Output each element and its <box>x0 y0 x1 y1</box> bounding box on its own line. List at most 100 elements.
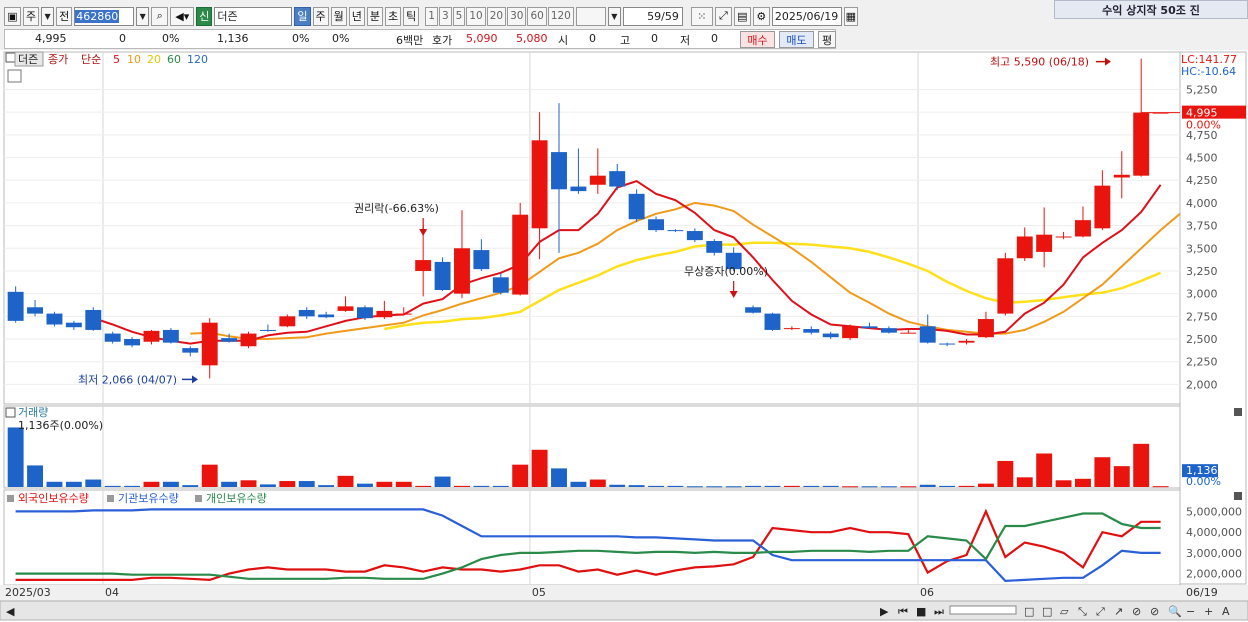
chart-area[interactable]: 2,000 2,250 2,500 2,750 3,000 3,250 3,500 3,750… <box>0 50 1248 622</box>
candle-body <box>221 338 238 342</box>
volume-bar <box>65 481 82 487</box>
volume-bar <box>609 484 626 487</box>
low-label: 저 <box>680 34 691 47</box>
interval-buttons: 1 3 5 10 20 30 60 120 <box>425 6 574 26</box>
interval-10[interactable]: 10 <box>466 6 486 26</box>
calc-icon[interactable] <box>7 69 22 83</box>
stock-name-field[interactable]: 더즌 <box>214 6 293 26</box>
scroll-left-icon[interactable]: ◀ <box>6 605 15 618</box>
volume-bar <box>395 481 412 487</box>
eval-button[interactable]: 평 <box>818 31 836 48</box>
interval-5[interactable]: 5 <box>452 6 466 26</box>
drawing-tool-icon[interactable]: □ <box>1024 605 1034 618</box>
volume-bar <box>7 427 24 487</box>
volume-bar <box>900 486 917 488</box>
candle-body <box>842 326 859 339</box>
candle-body <box>997 258 1014 314</box>
interval-30[interactable]: 30 <box>507 6 527 26</box>
volume-bar <box>686 486 703 488</box>
candle-body <box>667 230 684 232</box>
candle-body <box>298 309 315 317</box>
tab-week[interactable]: 주 <box>312 6 329 26</box>
window-icon[interactable]: ▣ <box>4 6 21 26</box>
holdings-tick-label: 5,000,000 <box>1186 505 1242 518</box>
tab-minute[interactable]: 분 <box>366 6 383 26</box>
legend-ma-120: 120 <box>187 53 208 66</box>
drawing-tool-icon[interactable]: □ <box>1042 605 1052 618</box>
candle-body <box>531 140 548 229</box>
playback-control-icon[interactable]: ▶ <box>880 605 889 618</box>
quote-unit: 6백만 <box>396 34 424 47</box>
volume-close-icon[interactable] <box>1234 408 1242 416</box>
tab-year[interactable]: 년 <box>348 6 365 26</box>
playback-control-icon[interactable]: ⏮ <box>898 605 908 618</box>
search-icon[interactable]: ⌕ <box>151 6 169 26</box>
speaker-icon[interactable]: ◀▾ <box>170 6 195 26</box>
holdings-close-icon[interactable] <box>1234 492 1242 500</box>
sell-button[interactable]: 매도 <box>779 31 814 48</box>
tab-month[interactable]: 월 <box>330 6 347 26</box>
current-rate-text: 0.00% <box>1186 119 1221 132</box>
x-axis-bar <box>0 585 1248 601</box>
drawing-tool-icon[interactable]: ⤡ <box>1078 605 1087 618</box>
code-dropdown-icon[interactable]: ▼ <box>136 6 150 26</box>
buy-button[interactable]: 매수 <box>740 31 775 48</box>
prev-button[interactable]: 전 <box>56 6 73 26</box>
zoom-slider[interactable] <box>949 605 1017 615</box>
drawing-tool-icon[interactable]: ⤢ <box>1096 605 1105 618</box>
candle-body <box>861 326 878 329</box>
candle-body <box>570 186 587 192</box>
date-field[interactable]: 2025/06/19 <box>771 6 842 26</box>
candle-body <box>27 307 44 314</box>
drawing-tool-icon[interactable]: ⊘ <box>1132 605 1141 618</box>
candle-body <box>318 314 335 318</box>
candle-body <box>65 322 82 328</box>
candle-body <box>628 193 645 220</box>
candle-body <box>240 333 257 347</box>
volume-bar <box>85 479 102 487</box>
volume-bar <box>337 475 354 487</box>
candle-body <box>706 241 723 253</box>
grid-icon[interactable]: ⁙ <box>690 6 713 26</box>
candle-body <box>1133 112 1150 176</box>
tab-second[interactable]: 초 <box>385 6 402 26</box>
crosshair-icon[interactable]: ⤢ <box>714 6 732 26</box>
interval-input[interactable] <box>575 6 606 26</box>
drawing-tool-icon[interactable]: ▱ <box>1060 605 1069 618</box>
drawing-tool-icon[interactable]: 🔍 <box>1168 604 1182 618</box>
tab-day[interactable]: 일 <box>294 6 311 26</box>
interval-60[interactable]: 60 <box>527 6 547 26</box>
playback-control-icon[interactable]: ■ <box>916 605 926 618</box>
legend-ma-5: 5 <box>113 53 120 66</box>
calendar-icon[interactable]: ▦ <box>843 6 858 26</box>
low-value: 0 <box>711 32 718 45</box>
stock-code-input[interactable]: 462860 <box>74 6 135 26</box>
gear-icon[interactable]: ⚙ <box>752 6 770 26</box>
save-icon[interactable]: ▤ <box>733 6 751 26</box>
holdings-legend-marker <box>107 495 114 502</box>
interval-20[interactable]: 20 <box>486 6 507 26</box>
x-axis-label: 05 <box>532 586 546 599</box>
playback-control-icon[interactable]: ⏭ <box>934 605 944 618</box>
drawing-tool-icon[interactable]: ⊘ <box>1150 605 1159 618</box>
tab-tick[interactable]: 틱 <box>403 6 420 26</box>
period-select[interactable]: 주 <box>23 6 40 26</box>
drawing-tool-icon[interactable]: ↗ <box>1114 605 1123 618</box>
volume-bar <box>880 486 897 488</box>
interval-3[interactable]: 3 <box>438 6 452 26</box>
period-dropdown-icon[interactable]: ▼ <box>41 6 55 26</box>
volume-bar <box>628 485 645 487</box>
legend-ma-20: 20 <box>147 53 161 66</box>
volume-bar <box>143 481 160 487</box>
drawing-tool-icon[interactable]: + <box>1204 605 1213 618</box>
drawing-tool-icon[interactable]: A <box>1222 605 1230 618</box>
interval-dropdown-icon[interactable]: ▼ <box>607 6 621 26</box>
interval-120[interactable]: 120 <box>547 6 574 26</box>
candle-body <box>648 219 664 231</box>
x-axis-label: 06 <box>920 586 934 599</box>
candle-body <box>977 319 994 338</box>
volume-bar <box>861 486 878 488</box>
interval-1[interactable]: 1 <box>425 6 438 26</box>
candle-body <box>745 307 762 313</box>
drawing-tool-icon[interactable]: − <box>1186 605 1195 618</box>
